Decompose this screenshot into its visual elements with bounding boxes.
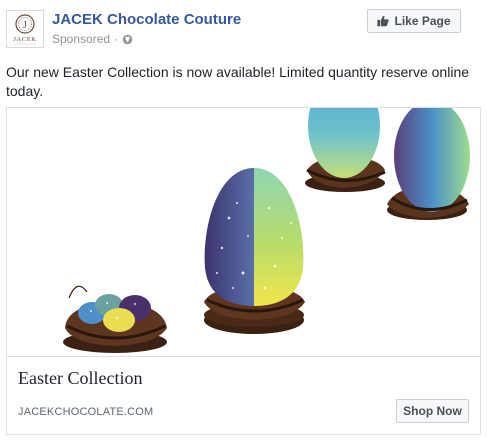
page-avatar[interactable]: J JACEK (6, 10, 44, 48)
post-meta: Sponsored · (52, 32, 133, 46)
globe-icon[interactable] (122, 34, 133, 45)
sponsored-label[interactable]: Sponsored (52, 32, 110, 46)
easter-eggs-photo[interactable] (7, 108, 480, 357)
link-title[interactable]: Easter Collection (18, 368, 142, 389)
like-page-label: Like Page (394, 14, 451, 28)
shop-now-button[interactable]: Shop Now (396, 399, 469, 423)
page-name-link[interactable]: JACEK Chocolate Couture (52, 11, 241, 28)
link-domain: JACEKCHOCOLATE.COM (18, 406, 154, 418)
thumbs-up-icon (377, 15, 390, 27)
sponsored-post-card: J JACEK JACEK Chocolate Couture Sponsore… (0, 0, 487, 442)
meta-separator: · (114, 32, 119, 46)
svg-text:JACEK: JACEK (13, 36, 36, 43)
link-attachment[interactable]: Easter Collection JACEKCHOCOLATE.COM Sho… (6, 107, 481, 435)
like-page-button[interactable]: Like Page (367, 9, 461, 33)
jacek-logo-icon: J JACEK (13, 14, 36, 45)
svg-text:J: J (23, 20, 27, 31)
post-message: Our new Easter Collection is now availab… (6, 64, 470, 99)
